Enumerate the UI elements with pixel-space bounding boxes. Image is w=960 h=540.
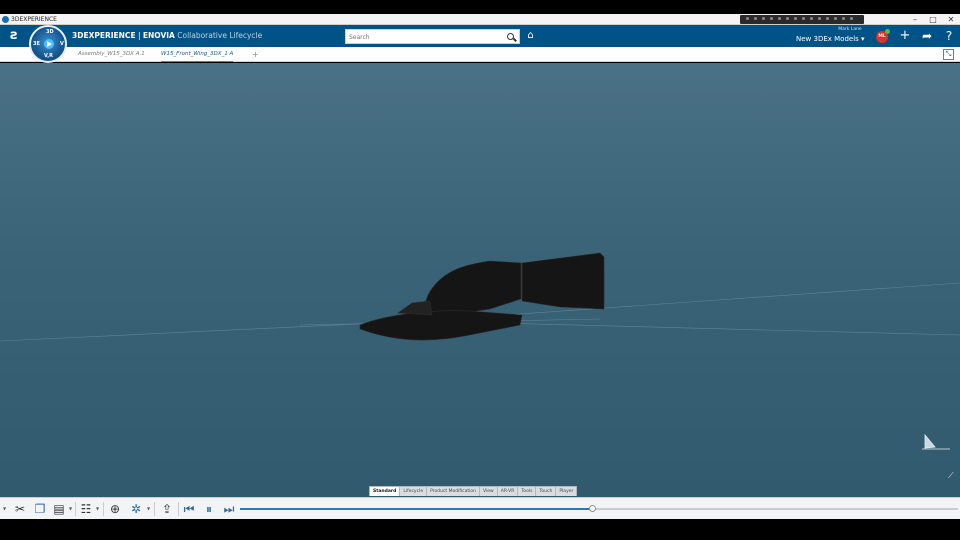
player-timeline[interactable] xyxy=(240,505,958,512)
tree-icon[interactable]: ☷ xyxy=(78,501,94,517)
chevron-down-icon[interactable]: ▼ xyxy=(95,506,100,511)
export-icon[interactable]: ⇪ xyxy=(159,501,175,517)
step-forward-icon[interactable]: ⏭ xyxy=(221,501,237,517)
action-tab-tools[interactable]: Tools xyxy=(518,487,537,496)
strip-icon[interactable] xyxy=(754,17,757,20)
user-name: Mark Lane xyxy=(838,27,862,32)
avatar-initials: ML xyxy=(878,34,886,39)
step-back-icon[interactable]: ⏮ xyxy=(181,501,197,517)
action-tab-lifecycle[interactable]: Lifecycle xyxy=(400,487,428,496)
strip-icon[interactable] xyxy=(850,17,853,20)
plus-icon[interactable]: + xyxy=(897,28,913,44)
brand-name: 3DEXPERIENCE xyxy=(72,31,136,40)
3d-viewport[interactable] xyxy=(0,63,960,497)
app-icon xyxy=(2,16,9,23)
ds-logo-icon[interactable]: ƨ xyxy=(5,28,23,44)
brand-app: ENOVIA xyxy=(142,31,175,40)
brand-separator: | xyxy=(135,31,143,40)
zoom-icon[interactable]: ⊕ xyxy=(107,501,123,517)
action-toolbar: ▼ ✂ ❐ ▤ ▼ ☷ ▼ ⊕ ✲ ▼ ⇪ ⏮ ⏸ ⏭ xyxy=(0,497,960,519)
action-tab-ar-vr[interactable]: AR-VR xyxy=(498,487,519,496)
search-box[interactable] xyxy=(345,29,520,44)
compass-east-label: V xyxy=(60,41,64,47)
strip-icon[interactable] xyxy=(770,17,773,20)
action-tab-standard[interactable]: Standard xyxy=(370,487,401,496)
compass-north-label: 3D xyxy=(46,29,54,35)
rotate-icon[interactable]: ✲ xyxy=(128,501,144,517)
tab-bar: Assembly_W15_3DX A.1 W15_Front_Wing_3DX_… xyxy=(0,47,960,62)
action-tab-player[interactable]: Player xyxy=(556,487,576,496)
strip-icon[interactable] xyxy=(810,17,813,20)
action-tab-view[interactable]: View xyxy=(480,487,498,496)
chevron-down-icon[interactable]: ▼ xyxy=(146,506,151,511)
search-input[interactable] xyxy=(349,31,499,43)
strip-icon[interactable] xyxy=(818,17,821,20)
cut-icon[interactable]: ✂ xyxy=(12,501,28,517)
share-icon[interactable]: ➦ xyxy=(919,28,935,44)
paste-icon[interactable]: ▤ xyxy=(51,501,67,517)
letterbox-bottom xyxy=(0,519,960,540)
resize-grip-icon[interactable]: ⟋ xyxy=(948,471,957,480)
strip-icon[interactable] xyxy=(794,17,797,20)
timeline-handle[interactable] xyxy=(588,505,596,512)
copy-icon[interactable]: ❐ xyxy=(32,501,48,517)
strip-icon[interactable] xyxy=(746,17,749,20)
action-bar-tabs: Standard Lifecycle Product Modification … xyxy=(369,486,578,496)
app-window: 3DEXPERIENCE – □ ✕ ƨ 3D 3E V V,R 3DEXPER… xyxy=(0,0,960,540)
toolbar-divider xyxy=(154,502,155,516)
strip-icon[interactable] xyxy=(842,17,845,20)
minimize-button[interactable]: – xyxy=(906,14,924,25)
compass-widget-icon[interactable] xyxy=(922,433,950,450)
action-tab-touch[interactable]: Touch xyxy=(536,487,557,496)
toolbar-divider xyxy=(103,502,104,516)
brand-role: Collaborative Lifecycle xyxy=(174,31,263,40)
front-wing-model[interactable] xyxy=(359,252,605,341)
add-tab-button[interactable]: + xyxy=(252,47,259,62)
action-tab-product-modification[interactable]: Product Modification xyxy=(427,487,481,496)
brand-title: 3DEXPERIENCE | ENOVIA Collaborative Life… xyxy=(72,25,262,47)
toolbar-divider xyxy=(75,502,76,516)
strip-icon[interactable] xyxy=(762,17,765,20)
strip-icon[interactable] xyxy=(802,17,805,20)
maximize-button[interactable]: □ xyxy=(924,14,942,25)
pause-icon[interactable]: ⏸ xyxy=(201,501,217,517)
tab-assembly[interactable]: Assembly_W15_3DX A.1 xyxy=(78,47,145,62)
fullscreen-icon[interactable]: ⤡ xyxy=(943,49,954,60)
strip-icon[interactable] xyxy=(834,17,837,20)
strip-icon[interactable] xyxy=(778,17,781,20)
window-title-bar: 3DEXPERIENCE – □ ✕ xyxy=(0,14,960,25)
help-icon[interactable]: ? xyxy=(941,28,957,44)
viewport-scene xyxy=(0,252,960,450)
toolbar-divider xyxy=(178,502,179,516)
strip-icon[interactable] xyxy=(826,17,829,20)
avatar[interactable]: ML xyxy=(876,29,890,43)
close-button[interactable]: ✕ xyxy=(942,14,960,25)
timeline-progress xyxy=(240,508,592,510)
window-title: 3DEXPERIENCE xyxy=(11,16,57,23)
collab-space-label: New 3DEx Models xyxy=(796,35,859,43)
play-icon[interactable] xyxy=(44,39,54,49)
chevron-down-icon: ▾ xyxy=(858,35,865,43)
compass-icon[interactable]: 3D 3E V V,R xyxy=(29,25,67,63)
search-icon[interactable] xyxy=(507,33,514,40)
strip-icon[interactable] xyxy=(786,17,789,20)
tag-icon[interactable]: ⌂ xyxy=(525,30,536,41)
status-ok-icon xyxy=(885,29,890,34)
collab-space-selector[interactable]: New 3DEx Models ▾ xyxy=(796,35,865,43)
chevron-down-icon[interactable]: ▼ xyxy=(2,506,7,511)
chevron-down-icon[interactable]: ▼ xyxy=(68,506,73,511)
tab-front-wing[interactable]: W15_Front_Wing_3DX_1 A xyxy=(161,47,234,62)
compass-west-label: 3E xyxy=(33,41,40,47)
compass-south-label: V,R xyxy=(44,53,53,59)
